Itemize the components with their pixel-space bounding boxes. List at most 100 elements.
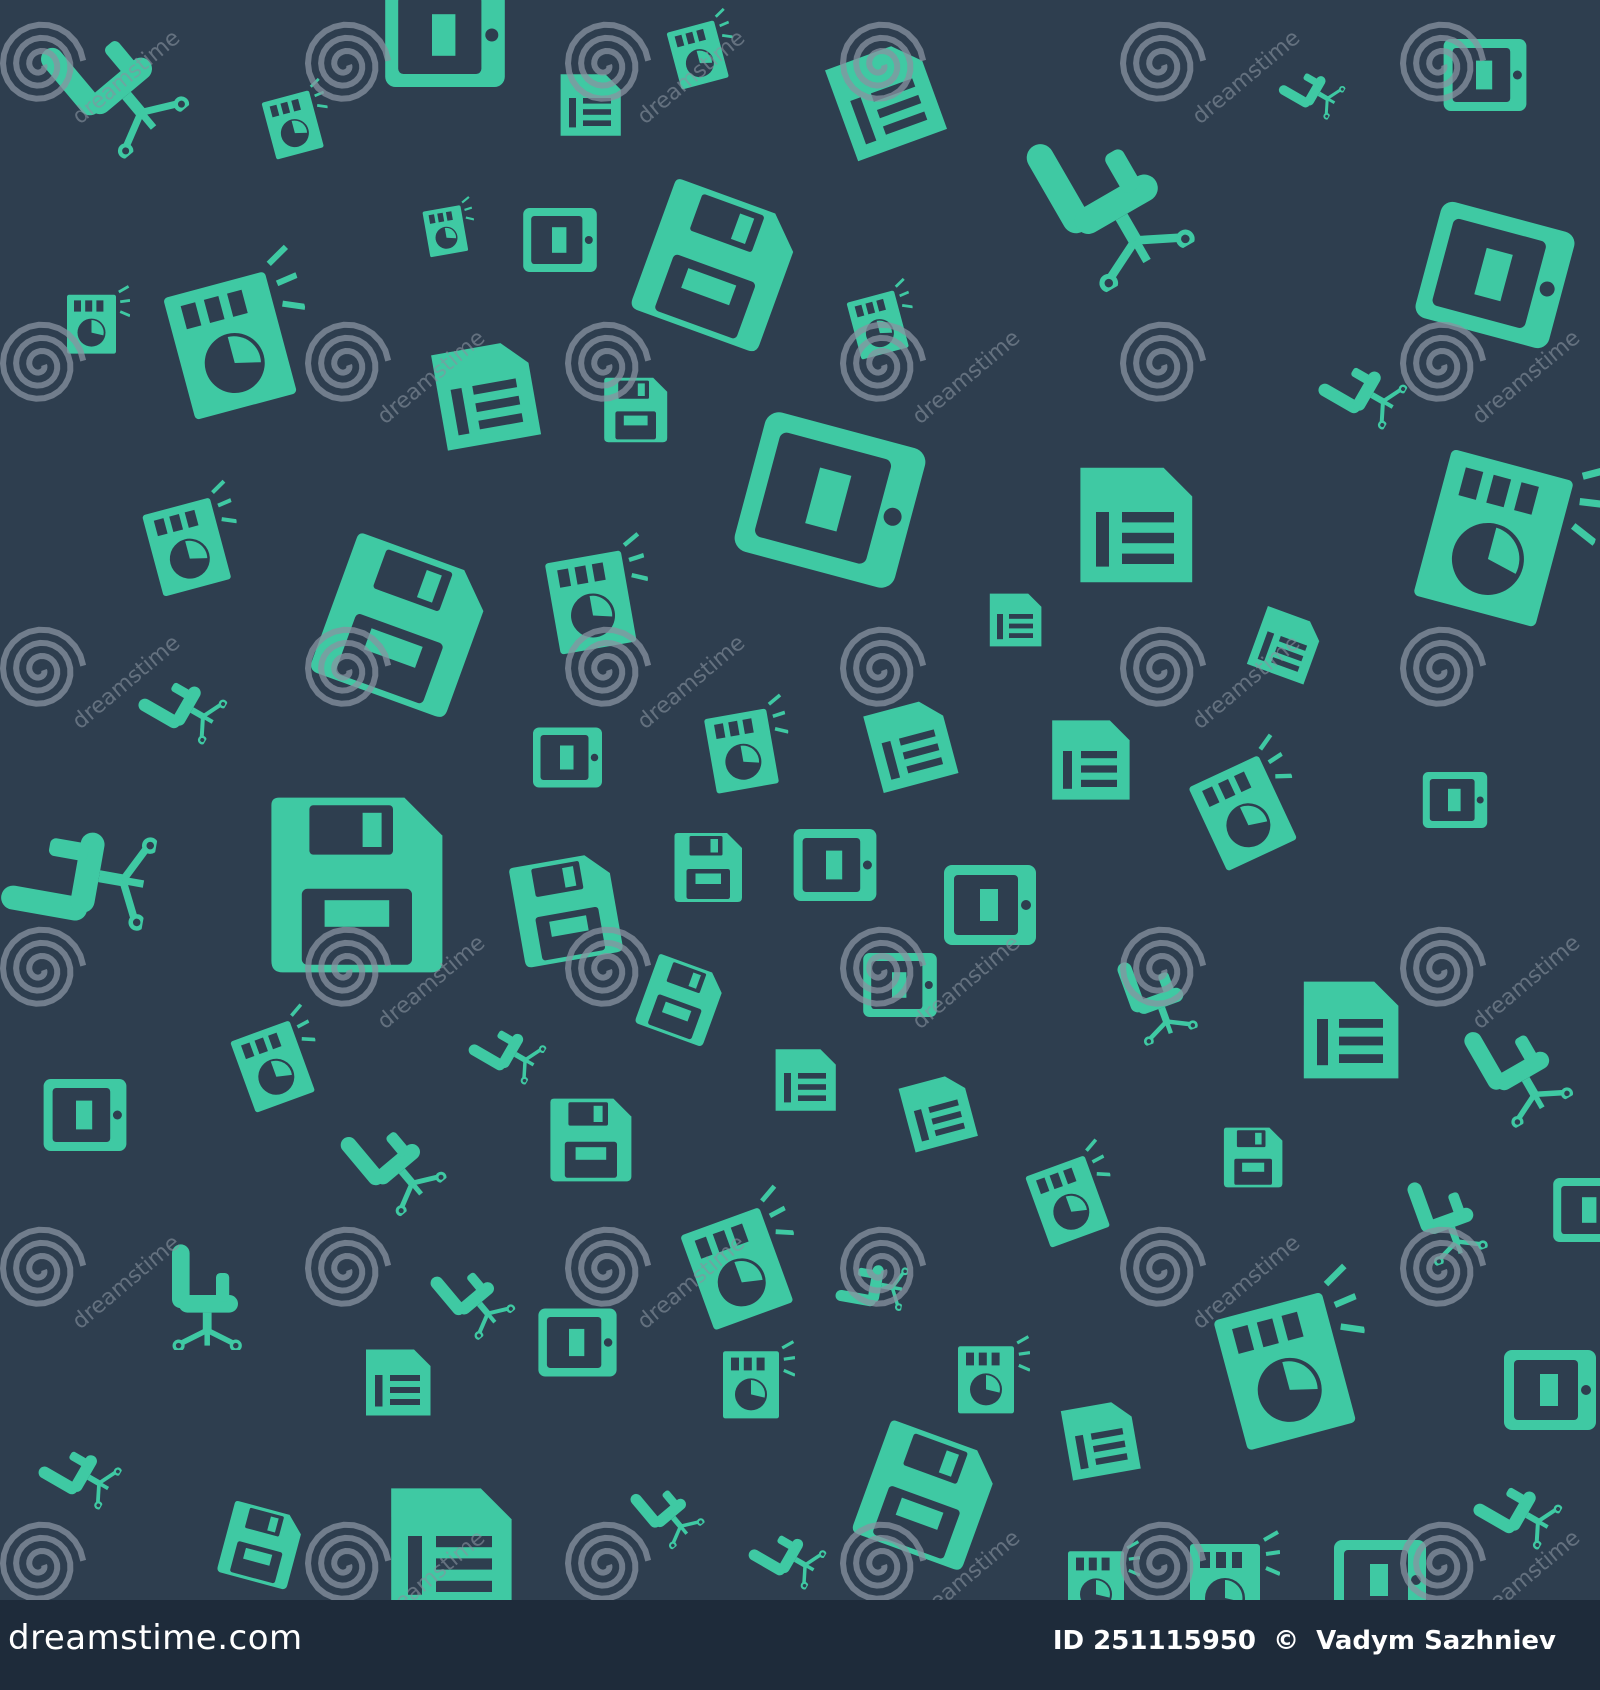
sd-card-icon — [1504, 1350, 1596, 1430]
floppy-disk-icon — [629, 177, 804, 354]
pie-chart-board-icon — [158, 246, 326, 420]
pie-chart-board-icon — [420, 195, 480, 259]
office-chair-icon — [34, 1432, 124, 1513]
watermark-spiral-icon — [1399, 1521, 1487, 1600]
sd-card-icon — [533, 727, 602, 788]
watermark-spiral-icon — [839, 1226, 927, 1307]
watermark-text: dreamstime — [68, 26, 185, 130]
pie-chart-board-icon — [956, 1335, 1030, 1415]
pie-chart-board-icon — [721, 1340, 795, 1420]
watermark-text: dreamstime — [1188, 26, 1305, 130]
pie-chart-board-icon — [1183, 734, 1317, 872]
watermark-spiral-icon — [1119, 926, 1207, 1007]
sd-card-icon — [366, 1349, 431, 1416]
watermark-text: dreamstime — [908, 326, 1025, 430]
office-chair-icon — [172, 1244, 240, 1350]
floppy-disk-icon — [216, 1500, 306, 1591]
office-chair-icon — [0, 816, 157, 933]
watermark-spiral-icon — [1399, 1226, 1487, 1307]
office-chair-icon — [744, 1517, 829, 1593]
sd-card-icon — [944, 865, 1036, 945]
watermark-spiral-icon — [1119, 626, 1207, 707]
floppy-disk-icon — [850, 1419, 1002, 1572]
floppy-disk-icon — [508, 851, 624, 969]
sd-card-icon — [731, 409, 929, 591]
watermark-spiral-icon — [1399, 626, 1487, 707]
pie-chart-board-icon — [1066, 1540, 1140, 1600]
watermark-spiral-icon — [1399, 321, 1487, 402]
watermark-spiral-icon — [564, 926, 652, 1007]
watermark-spiral-icon — [839, 626, 927, 707]
sd-card-icon — [1303, 981, 1399, 1079]
pie-chart-board-icon — [675, 1185, 816, 1330]
office-chair-icon — [425, 1248, 518, 1344]
watermark-spiral-icon — [0, 1521, 87, 1600]
watermark-spiral-icon — [0, 1226, 87, 1307]
watermark-spiral-icon — [1119, 1226, 1207, 1307]
pie-chart-board-icon — [1019, 1137, 1128, 1250]
watermark-text: dreamstime — [68, 1231, 185, 1335]
sd-card-icon — [775, 1049, 836, 1111]
watermark-spiral-icon — [1119, 321, 1207, 402]
floppy-disk-icon — [674, 833, 742, 902]
watermark-text: dreamstime — [1468, 931, 1585, 1035]
pie-chart-board-icon — [224, 1002, 333, 1115]
watermark-text: dreamstime — [1468, 1526, 1585, 1600]
office-chair-icon — [464, 1012, 549, 1088]
watermark-text: dreamstime — [1188, 631, 1305, 735]
watermark-spiral-icon — [304, 321, 392, 402]
image-id: ID 251115950 — [1052, 1626, 1256, 1656]
pattern-canvas: dreamstime dreamstime dreamstime dreamstime… — [0, 0, 1600, 1600]
office-chair-icon — [337, 1104, 446, 1217]
floppy-disk-icon — [604, 377, 668, 443]
watermark-spiral-icon — [0, 321, 87, 402]
watermark-spiral-icon — [839, 321, 927, 402]
seamless-pattern: dreamstime dreamstime dreamstime dreamstime… — [0, 0, 1600, 1600]
office-chair-icon — [1022, 100, 1195, 294]
office-chair-icon — [1314, 347, 1410, 433]
watermark-spiral-icon — [1119, 21, 1207, 102]
dreamstime-logo[interactable]: dreamstime.com — [8, 1618, 303, 1658]
icons-layer — [0, 0, 1600, 1600]
floppy-disk-icon — [550, 1098, 632, 1182]
sd-card-icon — [1553, 1178, 1600, 1242]
sd-card-icon — [863, 696, 959, 794]
watermark-spiral-icon — [564, 21, 652, 102]
watermark-spiral-icon — [304, 1521, 392, 1600]
sd-card-icon — [385, 0, 505, 87]
pie-chart-board-icon — [1188, 1530, 1280, 1600]
watermark-spiral-icon — [1399, 926, 1487, 1007]
footer-bar: dreamstime.com ID 251115950 © Vadym Sazh… — [0, 1600, 1600, 1690]
author-name: Vadym Sazhniev — [1316, 1626, 1556, 1656]
sd-card-icon — [43, 1079, 127, 1151]
watermark-spiral-icon — [0, 626, 87, 707]
floppy-disk-icon — [634, 953, 728, 1048]
watermark-layer: dreamstime dreamstime dreamstime dreamstime… — [0, 21, 1585, 1600]
sd-card-icon — [793, 829, 877, 901]
watermark-spiral-icon — [564, 1521, 652, 1600]
sd-card-icon — [1052, 720, 1130, 800]
sd-card-icon — [989, 593, 1042, 647]
watermark-spiral-icon — [839, 1521, 927, 1600]
watermark-spiral-icon — [564, 1226, 652, 1307]
office-chair-icon — [1469, 1467, 1565, 1553]
watermark-spiral-icon — [564, 626, 652, 707]
pie-chart-board-icon — [136, 478, 252, 599]
image-credit: ID 251115950 © Vadym Sazhniev — [1053, 1626, 1564, 1656]
copyright-symbol: © — [1273, 1626, 1300, 1656]
sd-card-icon — [898, 1072, 978, 1153]
sd-card-icon — [538, 1308, 617, 1377]
sd-card-icon — [1060, 1399, 1141, 1481]
pie-chart-board-icon — [542, 533, 658, 654]
watermark-spiral-icon — [304, 21, 392, 102]
pie-chart-board-icon — [1413, 428, 1600, 637]
watermark-spiral-icon — [304, 1226, 392, 1307]
watermark-spiral-icon — [0, 926, 87, 1007]
sd-card-icon — [1422, 772, 1488, 828]
pie-chart-board-icon — [842, 277, 923, 362]
office-chair-icon — [1275, 58, 1348, 123]
sd-card-icon — [1080, 467, 1193, 583]
sd-card-icon — [523, 208, 597, 272]
floppy-disk-icon — [1223, 1127, 1283, 1188]
pie-chart-board-icon — [700, 692, 798, 796]
